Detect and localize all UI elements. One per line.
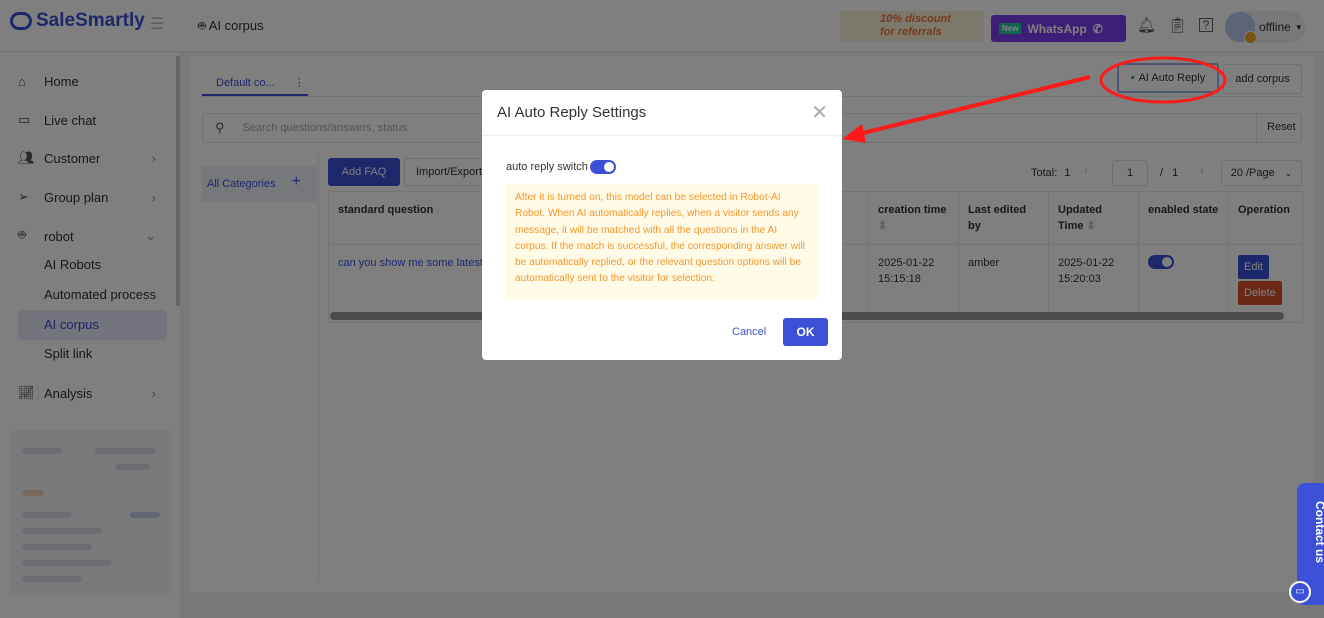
auto-reply-switch-label: auto reply switch	[506, 161, 588, 173]
auto-reply-info-note: After it is turned on, this model can be…	[506, 184, 819, 299]
cancel-button[interactable]: Cancel	[732, 326, 766, 338]
ok-button[interactable]: OK	[783, 318, 828, 346]
auto-reply-switch[interactable]	[590, 160, 616, 174]
dialog-divider	[482, 135, 842, 136]
ai-auto-reply-settings-dialog: AI Auto Reply Settings ✕ auto reply swit…	[482, 90, 842, 360]
dialog-title: AI Auto Reply Settings	[497, 104, 647, 121]
chat-bubble-icon[interactable]: ▭	[1289, 581, 1311, 603]
close-icon[interactable]: ✕	[811, 100, 828, 125]
